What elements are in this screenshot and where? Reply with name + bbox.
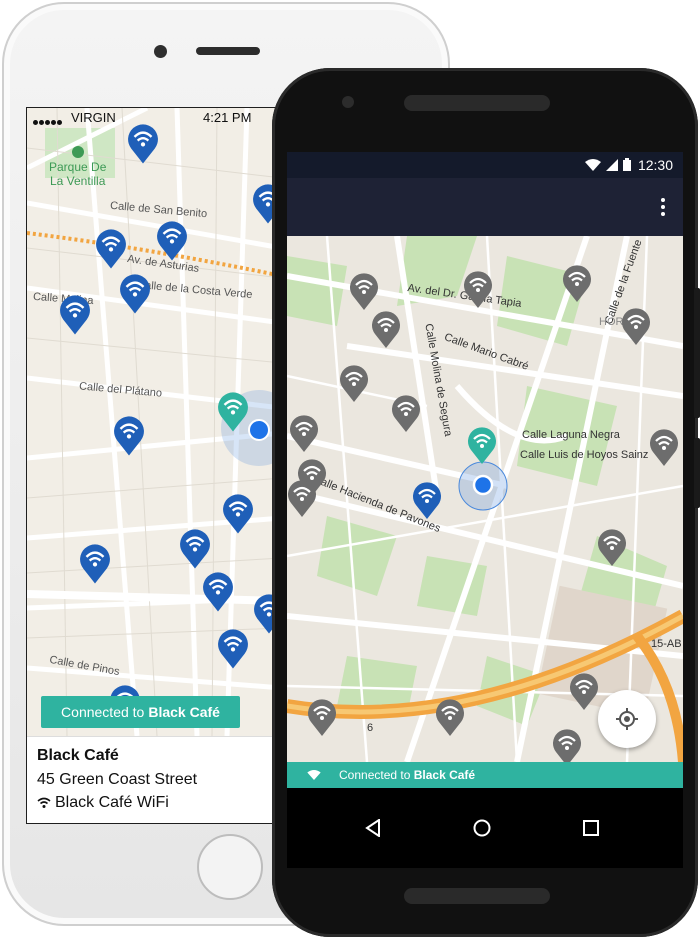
wifi-pin-icon[interactable] [113,415,145,462]
wifi-pin-icon[interactable] [371,310,401,354]
street-label: 6 [367,722,374,734]
park-marker-icon [71,146,84,158]
wifi-icon [585,158,601,171]
wifi-pin-icon[interactable] [412,481,442,525]
back-icon [365,819,380,837]
wifi-pin-icon[interactable] [95,228,127,275]
place-wifi-row: Black Café WiFi [37,794,169,812]
home-button[interactable] [197,834,263,900]
more-vert-icon[interactable] [661,198,665,219]
bottom-speaker [404,888,550,904]
wifi-pin-icon[interactable] [435,698,465,742]
android-screen: 12:30 Av. del Dr. García Tapia Calle Mar… [287,152,683,868]
wifi-icon [307,770,321,780]
place-name: Black Café [37,747,119,764]
wifi-pin-icon[interactable] [391,394,421,438]
my-location-icon [616,708,638,730]
home-nav-button[interactable] [468,814,496,842]
android-status-bar: 12:30 [287,152,683,178]
signal-icon [606,158,618,171]
wifi-pin-icon[interactable] [179,528,211,575]
connected-network-name: Black Café [148,704,220,720]
wifi-pin-icon[interactable] [597,528,627,572]
front-camera [342,96,354,108]
ios-screen: VIRGIN 4:21 PM Parque De La Ventilla Cal… [26,107,283,824]
wifi-pin-icon[interactable] [307,698,337,742]
android-device: 12:30 Av. del Dr. García Tapia Calle Mar… [268,68,700,937]
wifi-pin-icon[interactable] [621,307,651,351]
wifi-pin-icon[interactable] [289,414,319,458]
wifi-pin-icon[interactable] [569,672,599,716]
wifi-pin-icon[interactable] [463,270,493,314]
place-info-card[interactable]: Black Café 45 Green Coast Street Black C… [27,736,282,823]
wifi-pin-icon[interactable] [156,220,188,267]
wifi-pin-icon[interactable] [562,264,592,308]
street-label: HOR [599,316,624,328]
street-label: Calle Luis de Hoyos Sainz [520,449,649,461]
home-icon [473,819,491,837]
signal-dots-icon [33,113,63,128]
place-address: 45 Green Coast Street [37,771,198,788]
wifi-pin-icon[interactable] [202,571,234,618]
earpiece-speaker [196,47,260,55]
wifi-pin-icon[interactable] [649,428,679,472]
android-nav-bar [287,788,683,868]
recents-icon [583,820,599,836]
volume-button[interactable] [694,288,700,418]
wifi-pin-icon[interactable] [79,543,111,590]
android-map[interactable]: Av. del Dr. García Tapia Calle Mario Cab… [287,236,683,762]
wifi-pin-icon[interactable] [127,123,159,170]
carrier-label: VIRGIN [71,110,116,125]
power-button[interactable] [694,438,700,508]
wifi-pin-icon[interactable] [339,364,369,408]
connected-banner[interactable]: Connected to Black Café [287,762,683,788]
app-toolbar [287,178,683,236]
street-label: 15-AB [651,638,682,650]
wifi-pin-icon[interactable] [222,493,254,540]
back-button[interactable] [359,814,387,842]
status-time: 4:21 PM [203,110,252,125]
park-label-line2: La Ventilla [49,174,106,188]
wifi-pin-icon[interactable] [467,426,497,470]
top-speaker [404,95,550,111]
wifi-icon [37,797,51,808]
status-time: 12:30 [637,157,673,173]
wifi-pin-icon[interactable] [217,628,249,675]
park-label: Parque De La Ventilla [49,146,106,188]
battery-icon [623,158,631,171]
wifi-pin-icon[interactable] [119,273,151,320]
my-location-button[interactable] [598,690,656,748]
recents-button[interactable] [577,814,605,842]
park-label-line1: Parque De [49,160,107,174]
connected-network-name: Black Café [413,768,476,782]
wifi-pin-icon[interactable] [552,728,582,762]
place-wifi-name: Black Café WiFi [55,794,169,811]
wifi-pin-icon[interactable] [287,479,317,523]
wifi-pin-icon[interactable] [59,294,91,341]
wifi-pin-icon[interactable] [217,391,249,438]
connected-banner[interactable]: Connected to Black Café [41,696,240,728]
street-label: Calle Laguna Negra [522,429,620,441]
front-camera [154,45,167,58]
connected-prefix: Connected to [339,768,411,782]
connected-prefix: Connected to [61,704,145,720]
